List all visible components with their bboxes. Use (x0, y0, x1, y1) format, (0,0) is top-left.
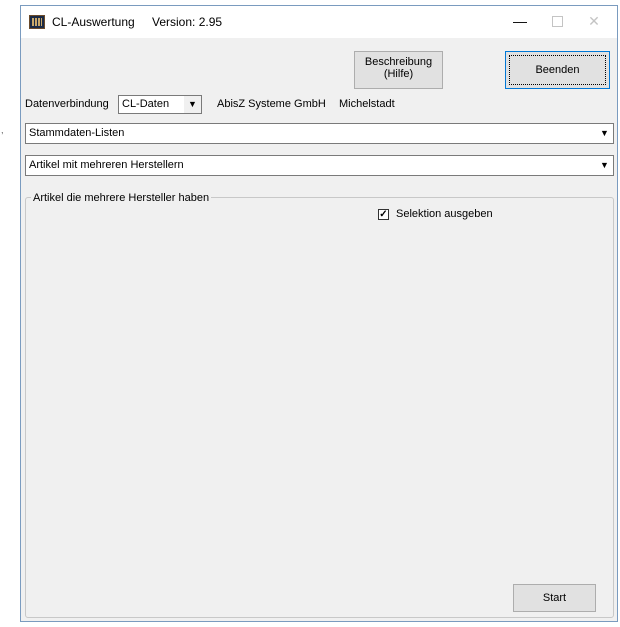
company-city: Michelstadt (339, 98, 395, 110)
app-window: CL-Auswertung Version: 2.95 — ✕ Beschrei… (20, 5, 618, 622)
start-button[interactable]: Start (513, 584, 596, 612)
help-button-label-line2: (Hilfe) (383, 68, 414, 80)
close-button[interactable]: ✕ (583, 11, 605, 31)
connection-select-value: CL-Daten (122, 98, 170, 110)
chevron-down-icon[interactable]: ▼ (184, 96, 201, 113)
focus-rectangle (509, 55, 606, 85)
window-title: CL-Auswertung (52, 15, 135, 29)
maximize-button[interactable] (546, 11, 568, 31)
category-select-value: Stammdaten-Listen (29, 127, 125, 139)
connection-select[interactable]: CL-Daten ▼ (118, 95, 202, 114)
close-icon: ✕ (588, 13, 600, 29)
background-mark: , (1, 125, 4, 135)
selection-output-label[interactable]: Selektion ausgeben (396, 208, 493, 220)
help-button[interactable]: Beschreibung (Hilfe) (354, 51, 443, 89)
connection-label: Datenverbindung (25, 98, 109, 110)
report-select-value: Artikel mit mehreren Herstellern (29, 159, 184, 171)
report-select[interactable]: Artikel mit mehreren Herstellern ▼ (25, 155, 614, 176)
category-select[interactable]: Stammdaten-Listen ▼ (25, 123, 614, 144)
chevron-down-icon[interactable]: ▼ (596, 156, 613, 175)
title-bar: CL-Auswertung Version: 2.95 — ✕ (21, 6, 617, 38)
app-icon (29, 15, 45, 29)
help-button-label-line1: Beschreibung (364, 56, 433, 68)
selection-output-checkbox[interactable]: ✓ (378, 209, 389, 220)
company-name: AbisZ Systeme GmbH (217, 98, 326, 110)
maximize-icon (551, 16, 563, 27)
exit-button[interactable]: Beenden (505, 51, 610, 89)
minimize-button[interactable]: — (509, 11, 531, 31)
chevron-down-icon[interactable]: ▼ (596, 124, 613, 143)
start-button-label: Start (542, 592, 567, 604)
version-label: Version: 2.95 (152, 15, 223, 29)
group-title: Artikel die mehrere Hersteller haben (31, 192, 212, 204)
report-options-group (25, 197, 614, 618)
minimize-icon: — (513, 13, 527, 29)
